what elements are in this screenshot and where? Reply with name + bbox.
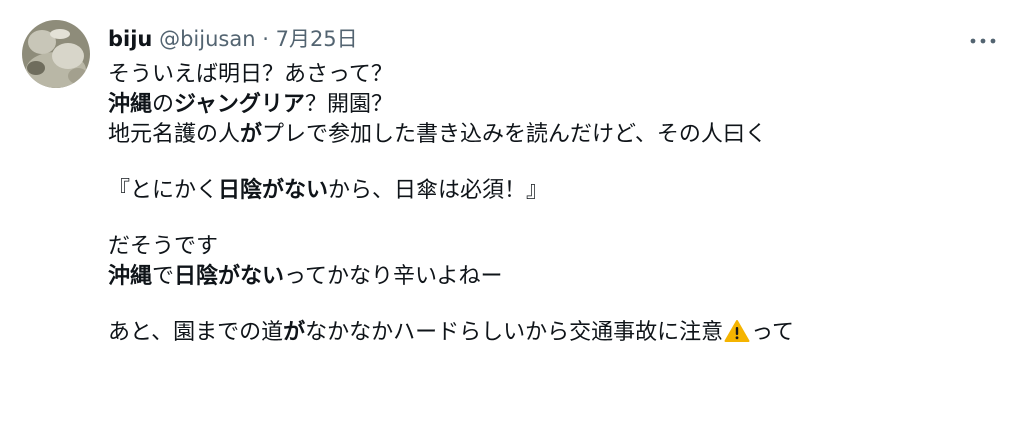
tweet-text-bold: ジャングリア [174,92,305,117]
tweet-text-bold: が [283,320,306,345]
tweet-date[interactable]: 7月25日 [276,27,358,51]
tweet-text-segment: から、日傘は必須！』 [328,178,549,203]
tweet-header: biju @bijusan · 7月25日 [108,26,358,52]
author-handle[interactable]: @bijusan [159,27,255,51]
tweet-line: 地元名護の人がプレで参加した書き込みを読んだけど、その人曰く [108,120,998,150]
tweet-text: そういえば明日？あさって？ 沖縄のジャングリア？開園？ 地元名護の人がプレで参加… [108,60,998,348]
tweet[interactable]: biju @bijusan · 7月25日 そういえば明日？あさって？ 沖縄のジ… [0,0,1024,423]
tweet-line: 沖縄のジャングリア？開園？ [108,90,998,120]
tweet-line: だそうです [108,232,998,262]
tweet-text-segment: 地元名護の人 [108,122,241,147]
tweet-text-bold: 沖縄 [108,92,153,117]
tweet-text-segment: あと、園までの道 [108,320,284,345]
tweet-text-bold: が [240,122,263,147]
tweet-text-segment: ってかなり辛いよねー [284,264,503,289]
tweet-line: そういえば明日？あさって？ [108,60,998,90]
tweet-text-segment: なかなかハードらしいから交通事故に注意 [305,320,724,345]
tweet-line: 沖縄で日陰がないってかなり辛いよねー [108,262,998,292]
tweet-text-bold: 沖縄 [108,264,153,289]
author-name[interactable]: biju [108,27,152,51]
tweet-line-text: そういえば明日？あさって？ [108,62,393,87]
more-horizontal-icon[interactable] [968,32,998,44]
tweet-line: 『とにかく日陰がないから、日傘は必須！』 [108,176,998,206]
tweet-text-segment: プレで参加した書き込みを読んだけど、その人曰く [262,122,767,147]
tweet-text-bold: 日陰がない [174,264,285,289]
tweet-text-bold: 日陰がない [218,178,329,203]
warning-icon [724,319,750,343]
tweet-text-segment: って [751,320,795,345]
tweet-text-segment: ？開園？ [304,92,393,117]
tweet-text-segment: の [152,92,175,117]
tweet-line-text: だそうです [108,234,219,259]
tweet-text-segment: で [152,264,175,289]
tweet-line: あと、園までの道がなかなかハードらしいから交通事故に注意 って [108,318,998,348]
avatar[interactable] [22,20,90,88]
header-separator: · [262,27,269,51]
tweet-text-segment: 『とにかく [108,178,219,203]
